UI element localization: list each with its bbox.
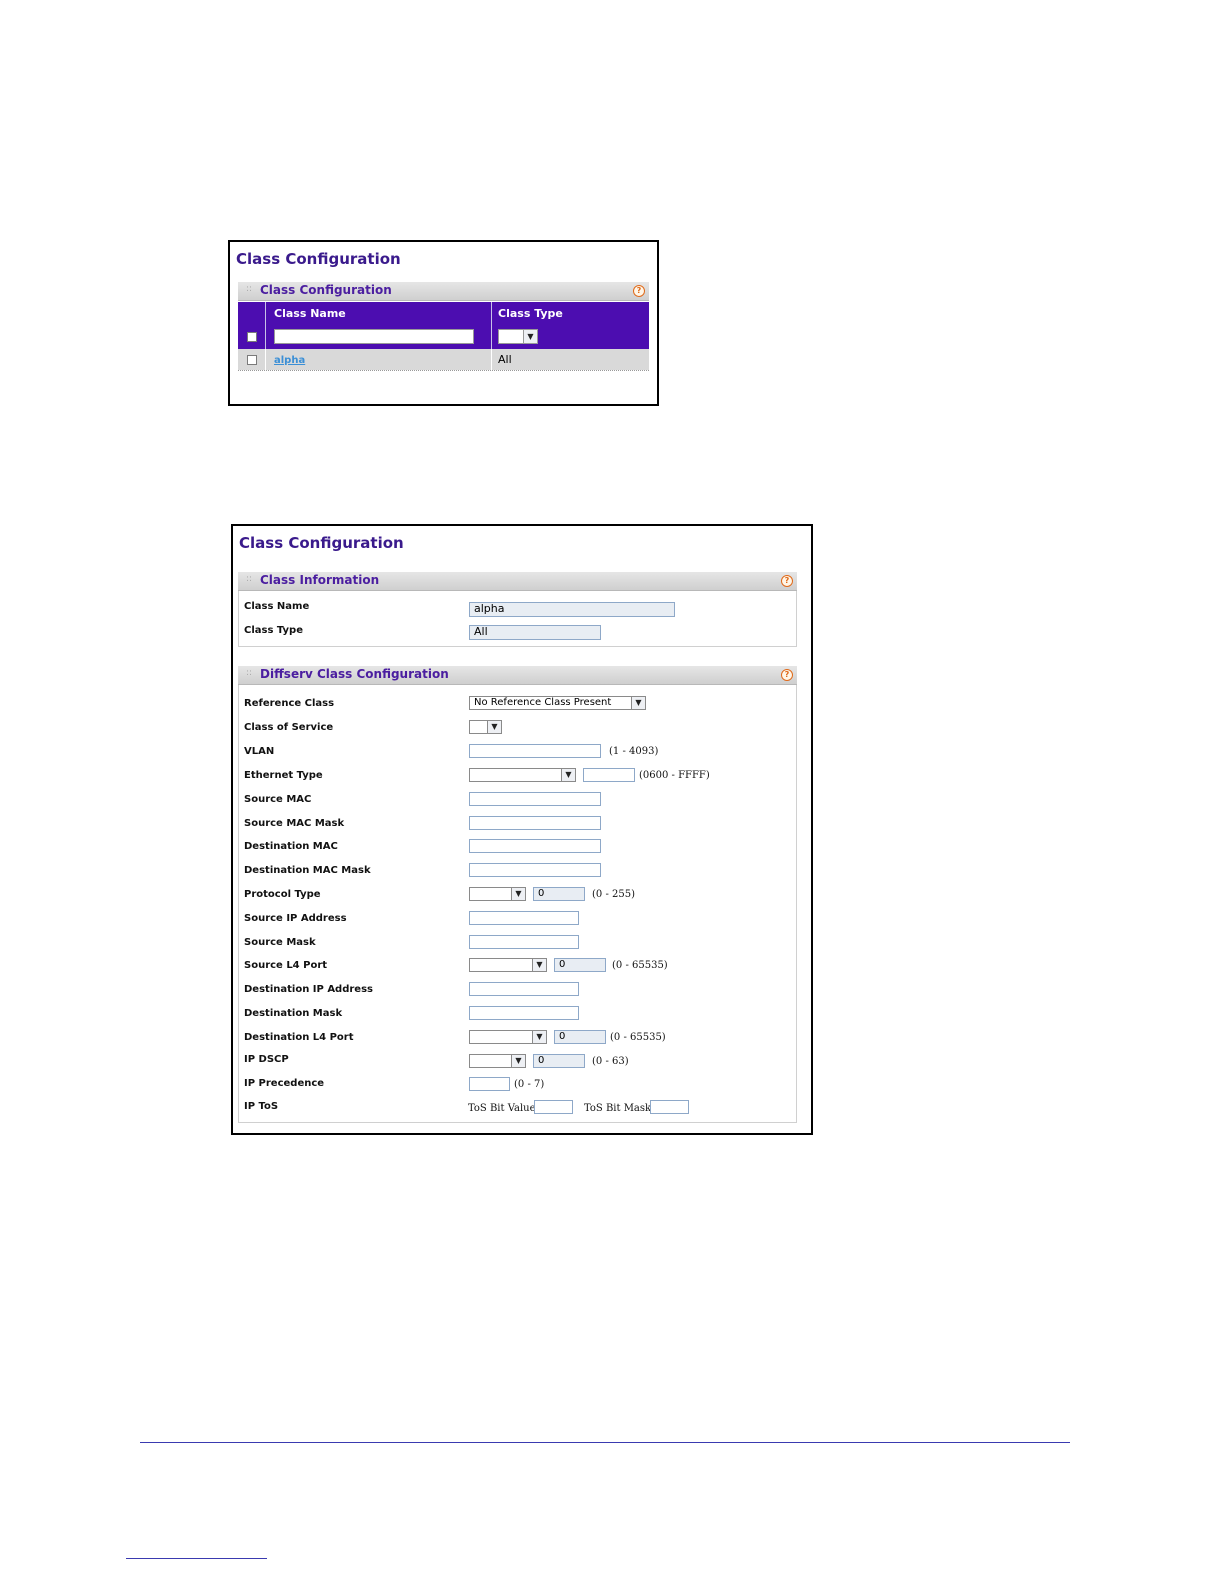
- new-row-checkbox[interactable]: [246, 332, 257, 342]
- class-name-field[interactable]: alpha: [469, 602, 675, 617]
- destination-mac-mask-label: Destination MAC Mask: [244, 865, 371, 876]
- reference-class-value: No Reference Class Present: [474, 697, 612, 708]
- class-name-cell: alpha: [265, 349, 492, 370]
- chevron-down-icon: ▼: [523, 330, 537, 343]
- chevron-down-icon: ▼: [487, 721, 501, 733]
- page-title: Class Configuration: [236, 250, 401, 268]
- tos-bit-mask-input[interactable]: [650, 1100, 689, 1114]
- section-title: Class Information: [260, 573, 380, 587]
- protocol-type-input[interactable]: 0: [533, 887, 585, 901]
- protocol-type-range: (0 - 255): [592, 889, 635, 900]
- section-header: :: Class Configuration ?: [238, 282, 649, 301]
- source-l4-port-range: (0 - 65535): [612, 960, 668, 971]
- ethernet-type-label: Ethernet Type: [244, 770, 323, 781]
- new-class-name-input[interactable]: [274, 329, 474, 344]
- chevron-down-icon: ▼: [631, 697, 645, 709]
- destination-mask-input[interactable]: [469, 1006, 579, 1020]
- destination-ip-address-input[interactable]: [469, 982, 579, 996]
- reference-class-label: Reference Class: [244, 698, 335, 709]
- page-title: Class Configuration: [239, 534, 404, 552]
- ethernet-type-select[interactable]: ▼: [469, 768, 576, 782]
- destination-l4-port-label: Destination L4 Port: [244, 1032, 354, 1043]
- source-mask-label: Source Mask: [244, 937, 316, 948]
- drag-handle-icon: ::: [246, 284, 253, 294]
- footer-rule: [140, 1442, 1070, 1443]
- section-title: Class Configuration: [260, 283, 392, 297]
- destination-mac-label: Destination MAC: [244, 841, 338, 852]
- source-mask-input[interactable]: [469, 935, 579, 949]
- ip-precedence-range: (0 - 7): [514, 1079, 545, 1090]
- class-type-label: Class Type: [244, 625, 303, 636]
- class-configuration-detail-screenshot: Class Configuration :: Class Information…: [231, 524, 813, 1135]
- source-ip-address-input[interactable]: [469, 911, 579, 925]
- source-mac-mask-label: Source MAC Mask: [244, 818, 345, 829]
- drag-handle-icon: ::: [246, 668, 253, 678]
- destination-ip-address-label: Destination IP Address: [244, 984, 373, 995]
- class-type-field[interactable]: All: [469, 625, 601, 640]
- help-icon[interactable]: ?: [781, 575, 793, 587]
- help-icon[interactable]: ?: [633, 285, 645, 297]
- protocol-type-label: Protocol Type: [244, 889, 321, 900]
- source-l4-port-label: Source L4 Port: [244, 960, 328, 971]
- ip-precedence-label: IP Precedence: [244, 1078, 325, 1089]
- destination-l4-port-range: (0 - 65535): [610, 1032, 666, 1043]
- chevron-down-icon: ▼: [532, 959, 546, 971]
- ip-dscp-label: IP DSCP: [244, 1054, 289, 1065]
- class-information-header: :: Class Information ?: [238, 572, 797, 591]
- new-class-name-cell: [265, 324, 492, 349]
- destination-l4-port-select[interactable]: ▼: [469, 1030, 547, 1044]
- footnote-rule: [126, 1558, 267, 1559]
- protocol-type-select[interactable]: ▼: [469, 887, 526, 901]
- class-name-link[interactable]: alpha: [274, 355, 305, 366]
- destination-l4-port-input[interactable]: 0: [554, 1030, 606, 1044]
- tos-bit-value-label: ToS Bit Value: [468, 1103, 536, 1114]
- tos-bit-value-input[interactable]: [534, 1100, 573, 1114]
- chevron-down-icon: ▼: [561, 769, 575, 781]
- new-class-type-select[interactable]: ▼: [498, 329, 538, 344]
- source-l4-port-input[interactable]: 0: [554, 958, 606, 972]
- tos-bit-mask-label: ToS Bit Mask: [584, 1103, 652, 1114]
- drag-handle-icon: ::: [246, 574, 253, 584]
- chevron-down-icon: ▼: [511, 1055, 525, 1067]
- header-checkbox-cell: [238, 302, 266, 324]
- chevron-down-icon: ▼: [532, 1031, 546, 1043]
- ip-precedence-input[interactable]: [469, 1077, 510, 1091]
- column-header-class-name: Class Name: [265, 302, 492, 324]
- reference-class-select[interactable]: No Reference Class Present ▼: [469, 696, 646, 710]
- source-mac-label: Source MAC: [244, 794, 312, 805]
- diffserv-class-configuration-header: :: Diffserv Class Configuration ?: [238, 666, 797, 685]
- ethernet-type-range: (0600 - FFFF): [639, 770, 710, 781]
- class-of-service-label: Class of Service: [244, 722, 334, 733]
- section-title: Diffserv Class Configuration: [260, 667, 449, 681]
- source-mac-input[interactable]: [469, 792, 601, 806]
- ip-dscp-input[interactable]: 0: [533, 1054, 585, 1068]
- class-name-label: Class Name: [244, 601, 310, 612]
- vlan-label: VLAN: [244, 746, 275, 757]
- ethernet-type-input[interactable]: [583, 768, 635, 782]
- new-row-checkbox-cell: [238, 324, 266, 349]
- source-mac-mask-input[interactable]: [469, 816, 601, 830]
- class-of-service-select[interactable]: ▼: [469, 720, 502, 734]
- column-header-class-type: Class Type: [498, 306, 563, 320]
- class-type-cell: All: [498, 352, 512, 366]
- source-ip-address-label: Source IP Address: [244, 913, 347, 924]
- new-class-type-cell: ▼: [492, 324, 650, 349]
- help-icon[interactable]: ?: [781, 669, 793, 681]
- destination-mask-label: Destination Mask: [244, 1008, 343, 1019]
- vlan-range: (1 - 4093): [609, 746, 659, 757]
- vlan-input[interactable]: [469, 744, 601, 758]
- ip-dscp-select[interactable]: ▼: [469, 1054, 526, 1068]
- row-checkbox[interactable]: [246, 354, 257, 365]
- destination-mac-input[interactable]: [469, 839, 601, 853]
- chevron-down-icon: ▼: [511, 888, 525, 900]
- destination-mac-mask-input[interactable]: [469, 863, 601, 877]
- table-row: alpha All: [238, 349, 649, 370]
- row-checkbox-cell: [238, 349, 266, 370]
- ip-tos-label: IP ToS: [244, 1101, 279, 1112]
- ip-dscp-range: (0 - 63): [592, 1056, 629, 1067]
- class-configuration-list-screenshot: Class Configuration :: Class Configurati…: [228, 240, 659, 406]
- source-l4-port-select[interactable]: ▼: [469, 958, 547, 972]
- class-table: Class Name Class Type ▼ alpha All: [238, 302, 649, 371]
